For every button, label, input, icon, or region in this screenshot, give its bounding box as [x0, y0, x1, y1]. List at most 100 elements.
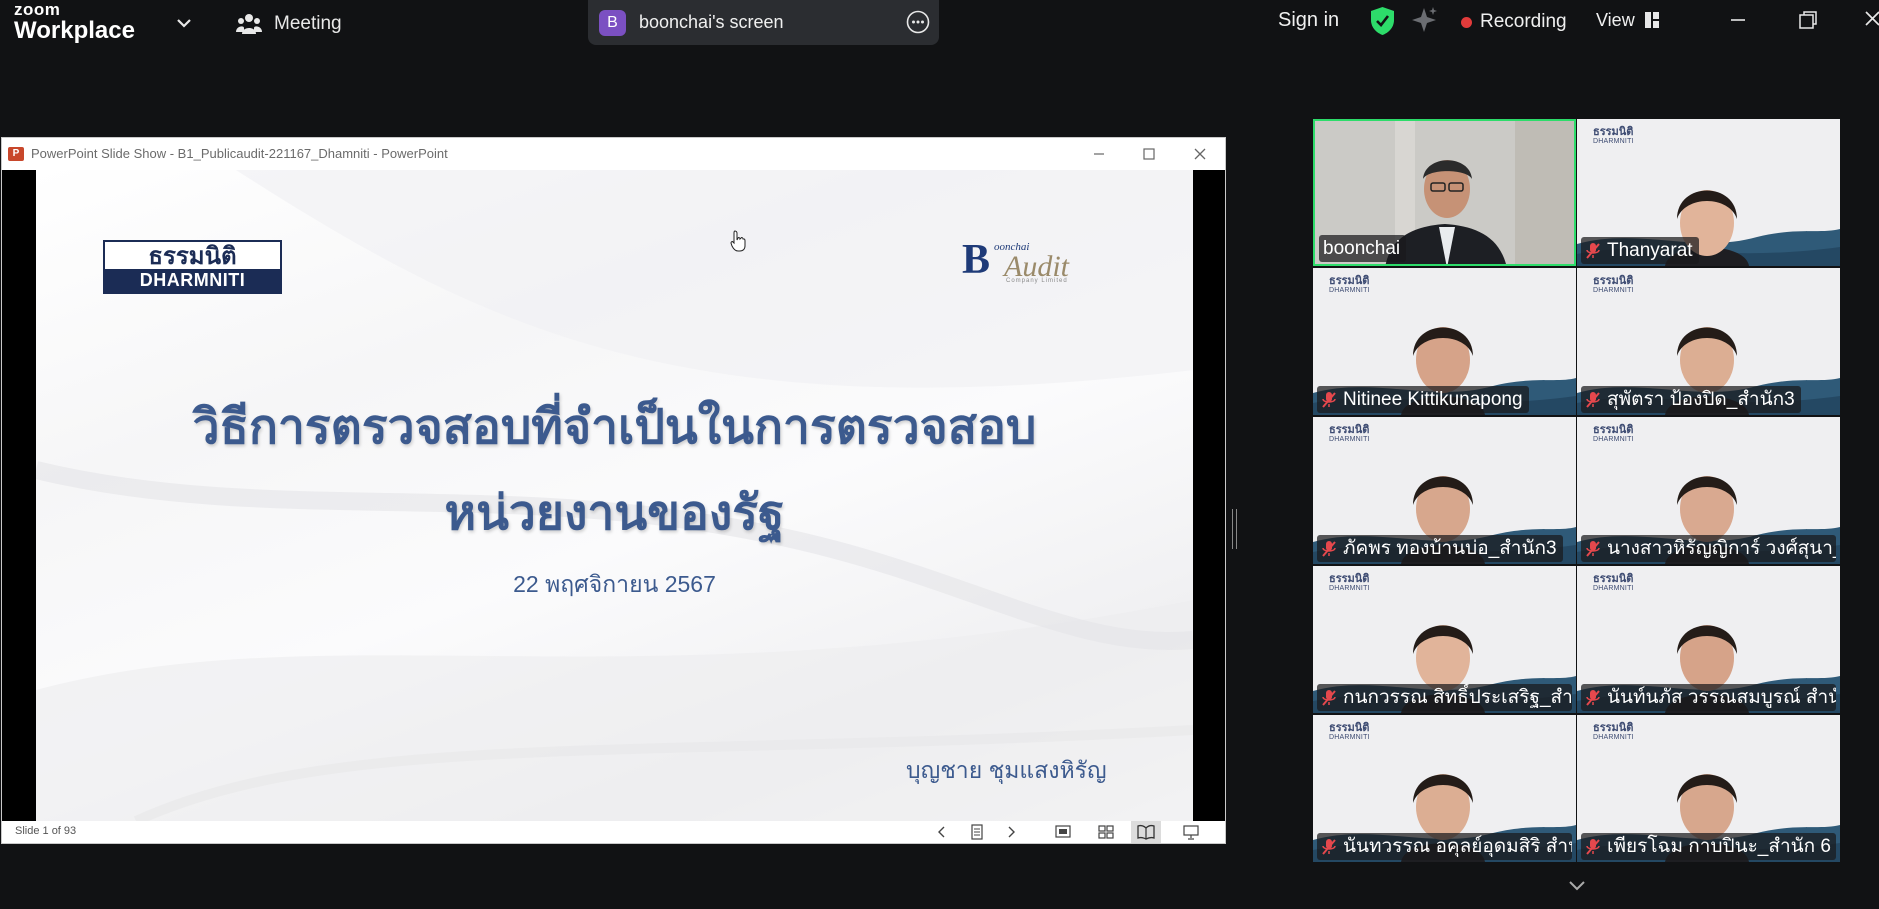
- next-slide-icon[interactable]: [1002, 823, 1020, 841]
- boonchai-logo-company: Company Limited: [1006, 278, 1068, 284]
- chevron-down-icon[interactable]: [173, 12, 195, 34]
- muted-mic-icon: [1586, 540, 1600, 557]
- panel-resize-handle[interactable]: [1232, 509, 1237, 549]
- normal-view-icon[interactable]: [1054, 823, 1072, 841]
- participant-name: Nitinee Kittikunapong: [1343, 389, 1523, 410]
- participant-name: ภัคพร ทองบ้านบ่อ_สำนัก3: [1343, 538, 1557, 559]
- participant-name: กนกวรรณ สิทธิ์ประเสริฐ_สำนั...: [1343, 687, 1572, 708]
- participant-tile[interactable]: ธรรมนิติ DHARMNITI นันทวรรณ อคุลย์อุดมสิริ…: [1313, 715, 1576, 862]
- view-menu[interactable]: View: [1596, 8, 1660, 32]
- ppt-title-bar: P PowerPoint Slide Show - B1_Publicaudit…: [2, 138, 1225, 170]
- muted-mic-icon: [1586, 838, 1600, 855]
- hand-cursor-icon: [730, 230, 746, 252]
- tile-logo-thai: ธรรมนิติ: [1329, 424, 1370, 436]
- meeting-menu[interactable]: Meeting: [236, 10, 342, 38]
- grid-view-icon: [1644, 12, 1659, 28]
- muted-mic-icon: [1322, 689, 1336, 706]
- tile-logo-thai: ธรรมนิติ: [1329, 722, 1370, 734]
- slide-stage: ธรรมนิติ DHARMNITI B oonchai Audit Compa…: [2, 170, 1225, 821]
- restore-icon[interactable]: [1796, 8, 1820, 32]
- participant-tile[interactable]: boonchai: [1313, 119, 1576, 266]
- muted-mic-icon: [1322, 391, 1336, 408]
- slide-sorter-icon[interactable]: [1097, 823, 1115, 841]
- muted-mic-icon: [1586, 242, 1600, 259]
- tile-logo-english: DHARMNITI: [1329, 734, 1370, 741]
- tile-logo-thai: ธรรมนิติ: [1329, 275, 1370, 287]
- tile-logo-english: DHARMNITI: [1593, 138, 1634, 145]
- ppt-minimize-icon[interactable]: [1088, 143, 1110, 165]
- previous-slide-icon[interactable]: [933, 823, 951, 841]
- participants-icon: [236, 14, 262, 34]
- tile-logo-thai: ธรรมนิติ: [1593, 722, 1634, 734]
- participant-name-label: นันทวรรณ อคุลย์อุดมสิริ สำนั...: [1317, 833, 1572, 860]
- participant-name: นางสาวหิรัญญิการ์ วงศ์สุนา_...: [1607, 538, 1836, 559]
- participant-tile[interactable]: ธรรมนิติ DHARMNITI ภัคพร ทองบ้านบ่อ_สำนัก3: [1313, 417, 1576, 564]
- recording-label: Recording: [1480, 11, 1567, 32]
- participant-name-label: กนกวรรณ สิทธิ์ประเสริฐ_สำนั...: [1317, 684, 1572, 711]
- participant-tile[interactable]: ธรรมนิติ DHARMNITI นันท์นภัส วรรณสมบูรณ์ ส…: [1577, 566, 1840, 713]
- muted-mic-icon: [1586, 391, 1600, 408]
- participant-tile[interactable]: ธรรมนิติ DHARMNITI นางสาวหิรัญญิการ์ วงศ์ส…: [1577, 417, 1840, 564]
- tile-logo-english: DHARMNITI: [1593, 734, 1634, 741]
- tile-logo-thai: ธรรมนิติ: [1329, 573, 1370, 585]
- tile-logo-thai: ธรรมนิติ: [1593, 573, 1634, 585]
- participant-name: สุพัตรา ป้องปิด_สำนัก3: [1607, 389, 1795, 410]
- tile-logo-english: DHARMNITI: [1329, 436, 1370, 443]
- slide-counter: Slide 1 of 93: [15, 825, 77, 837]
- slideshow-status-bar: Slide 1 of 93: [2, 821, 1225, 843]
- tile-logo-english: DHARMNITI: [1593, 585, 1634, 592]
- tile-logo-thai: ธรรมนิติ: [1593, 424, 1634, 436]
- slideshow-view-icon[interactable]: [1182, 823, 1200, 841]
- ppt-window-title: PowerPoint Slide Show - B1_Publicaudit-2…: [31, 146, 448, 161]
- sign-in-button[interactable]: Sign in: [1278, 9, 1339, 32]
- gallery-scroll-down-icon[interactable]: [1566, 874, 1588, 896]
- slide-title-line-2: หน่วยงานของรัฐ: [444, 487, 785, 540]
- close-icon[interactable]: [1862, 8, 1879, 32]
- slide-title-line-1: วิธีการตรวจสอบที่จำเป็นในการตรวจสอบ: [192, 401, 1037, 454]
- participant-name: นันทวรรณ อคุลย์อุดมสิริ สำนั...: [1343, 836, 1572, 857]
- dharmniti-logo: ธรรมนิติ DHARMNITI: [103, 240, 282, 294]
- recording-dot-icon: [1461, 16, 1472, 28]
- ppt-close-icon[interactable]: [1189, 143, 1211, 165]
- participant-name-label: ภัคพร ทองบ้านบ่อ_สำนัก3: [1317, 535, 1563, 562]
- participant-tile[interactable]: ธรรมนิติ DHARMNITI กนกวรรณ สิทธิ์ประเสริฐ_…: [1313, 566, 1576, 713]
- more-options-icon[interactable]: [906, 10, 930, 34]
- muted-mic-icon: [1586, 689, 1600, 706]
- ai-companion-sparkle-icon[interactable]: [1411, 6, 1438, 34]
- zoom-workplace-logo: zoom Workplace: [14, 0, 144, 46]
- participant-tile[interactable]: ธรรมนิติ DHARMNITI เพียรโฉม กาบปินะ_สำนัก …: [1577, 715, 1840, 862]
- participant-name-label: นางสาวหิรัญญิการ์ วงศ์สุนา_...: [1581, 535, 1836, 562]
- tile-logo-english: DHARMNITI: [1329, 287, 1370, 294]
- boonchai-audit-logo: B oonchai Audit Company Limited: [962, 237, 1084, 288]
- reading-view-icon: [1137, 824, 1155, 840]
- security-shield-icon[interactable]: [1369, 6, 1396, 36]
- slide-1[interactable]: ธรรมนิติ DHARMNITI B oonchai Audit Compa…: [36, 170, 1193, 821]
- participant-name-label: นันท์นภัส วรรณสมบูรณ์ สำนัก...: [1581, 684, 1836, 711]
- reading-view-button[interactable]: [1131, 821, 1161, 843]
- shared-screen-pill[interactable]: B boonchai's screen: [588, 0, 939, 45]
- participant-gallery: boonchai ธรรมนิติ DHARMNITI Thanyarat ธรรมนิ…: [1313, 119, 1842, 862]
- tile-logo-english: DHARMNITI: [1593, 436, 1634, 443]
- muted-mic-icon: [1322, 540, 1336, 557]
- recording-indicator[interactable]: Recording: [1461, 10, 1567, 34]
- participant-name: นันท์นภัส วรรณสมบูรณ์ สำนัก...: [1607, 687, 1836, 708]
- minimize-icon[interactable]: [1726, 8, 1750, 32]
- participant-tile[interactable]: ธรรมนิติ DHARMNITI Nitinee Kittikunapong: [1313, 268, 1576, 415]
- participant-name-label: boonchai: [1319, 235, 1407, 262]
- participant-tile[interactable]: ธรรมนิติ DHARMNITI สุพัตรา ป้องปิด_สำนัก3: [1577, 268, 1840, 415]
- tile-logo-english: DHARMNITI: [1329, 585, 1370, 592]
- participant-name-label: Thanyarat: [1581, 237, 1699, 264]
- slide-notes-icon[interactable]: [968, 823, 986, 841]
- boonchai-logo-b: B: [962, 237, 991, 283]
- ppt-maximize-icon[interactable]: [1138, 143, 1160, 165]
- participant-tile[interactable]: ธรรมนิติ DHARMNITI Thanyarat: [1577, 119, 1840, 266]
- participant-name: boonchai: [1323, 238, 1401, 259]
- participant-name-label: เพียรโฉม กาบปินะ_สำนัก 6: [1581, 833, 1836, 860]
- dharmniti-logo-english: DHARMNITI: [105, 269, 280, 292]
- logo-bottom-text: Workplace: [14, 17, 135, 44]
- tile-logo-thai: ธรรมนิติ: [1593, 275, 1634, 287]
- shared-screen-title: boonchai's screen: [639, 12, 784, 32]
- sharer-avatar: B: [599, 10, 626, 36]
- muted-mic-icon: [1322, 838, 1336, 855]
- tile-logo-english: DHARMNITI: [1593, 287, 1634, 294]
